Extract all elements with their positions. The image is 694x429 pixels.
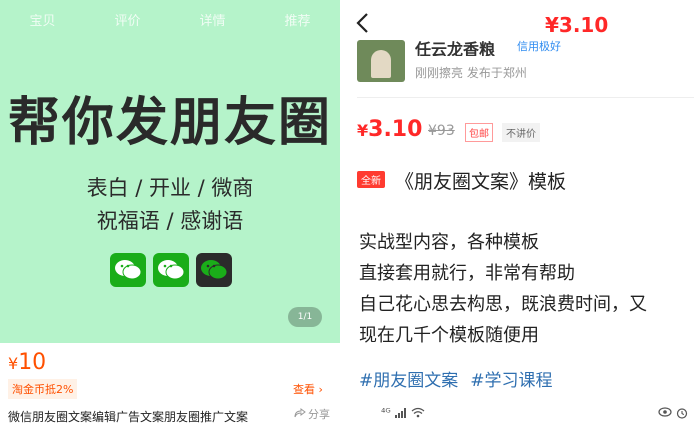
new-condition-badge: 全新 [357, 171, 385, 188]
signal-group: ⁴ᴳ [381, 406, 425, 419]
no-bargain-tag: 不讲价 [502, 123, 540, 142]
description-line: 现在几千个模板随便用 [359, 325, 539, 346]
hashtag-link[interactable]: #朋友圈文案 [359, 366, 458, 391]
banner-subline-2: 祝福语 / 感谢语 [96, 209, 244, 233]
price: ¥10 [8, 350, 46, 375]
credit-badge: 信用极好 [517, 40, 561, 53]
description-line: 直接套用就行，非常有帮助 [359, 263, 575, 284]
chevron-left-icon [356, 13, 368, 33]
status-bar: ⁴ᴳ [381, 406, 694, 419]
image-pager: 1/1 [288, 307, 322, 327]
product-title: 《朋友圈文案》模板 [395, 171, 567, 193]
back-button[interactable] [355, 12, 369, 38]
banner-headline: 帮你发朋友圈 [7, 93, 332, 153]
view-link-label: 查看 [293, 383, 315, 396]
tab-item[interactable]: 宝贝 [29, 10, 55, 29]
tab-reviews[interactable]: 评价 [114, 10, 140, 29]
product-image-banner[interactable]: 宝贝 评价 详情 推荐 帮你发朋友圈 表白 / 开业 / 微商 祝福语 / 感谢… [0, 0, 340, 343]
price-value: 3.10 [368, 117, 423, 142]
alarm-icon [676, 407, 688, 419]
price-value: 10 [18, 350, 47, 375]
currency-symbol: ¥ [357, 121, 369, 140]
wechat-icon [153, 253, 189, 287]
item-title: 微信朋友圈文案编辑广告文案朋友圈推广文案 [8, 410, 249, 424]
seller-name[interactable]: 任云龙香粮 [415, 36, 495, 56]
signal-icon [394, 407, 406, 418]
coin-discount-badge: 淘金币抵2% [8, 379, 78, 399]
share-icon [294, 407, 306, 422]
header-price: ¥3.10 [545, 13, 609, 37]
top-tab-bar: 宝贝 评价 详情 推荐 [0, 10, 340, 29]
hashtag-list: #朋友圈文案 #学习课程 [359, 366, 553, 391]
price: ¥3.10 [357, 117, 422, 142]
description-line: 实战型内容，各种模板 [359, 232, 539, 253]
share-label: 分享 [308, 408, 330, 421]
divider [357, 97, 694, 98]
wechat-icon-row [110, 253, 232, 287]
banner-subline-1: 表白 / 开业 / 微商 [86, 176, 254, 200]
avatar[interactable] [357, 40, 405, 82]
original-price: ¥93 [428, 123, 455, 139]
description-line: 自己花心思去构思，既浪费时间，又 [359, 294, 647, 315]
wechat-dark-icon [196, 253, 232, 287]
currency-symbol: ¥ [8, 354, 19, 373]
left-screenshot: 宝贝 评价 详情 推荐 帮你发朋友圈 表白 / 开业 / 微商 祝福语 / 感谢… [0, 0, 340, 429]
tab-recommend[interactable]: 推荐 [284, 10, 310, 29]
network-label: ⁴ᴳ [381, 406, 391, 419]
status-right-icons [658, 406, 688, 419]
tab-details[interactable]: 详情 [199, 10, 225, 29]
free-shipping-tag: 包邮 [465, 123, 493, 142]
share-button[interactable]: 分享 [294, 406, 330, 422]
eye-icon [658, 406, 672, 417]
posted-info: 刚刚擦亮 发布于郑州 [415, 66, 527, 80]
wechat-icon [110, 253, 146, 287]
wifi-icon [411, 407, 425, 418]
view-link[interactable]: 查看 › [293, 381, 323, 397]
hashtag-link[interactable]: #学习课程 [470, 366, 552, 391]
chevron-right-icon: › [315, 383, 323, 396]
right-screenshot: ¥3.10 任云龙香粮 信用极好 刚刚擦亮 发布于郑州 ¥3.10 ¥93 包邮… [345, 0, 694, 429]
